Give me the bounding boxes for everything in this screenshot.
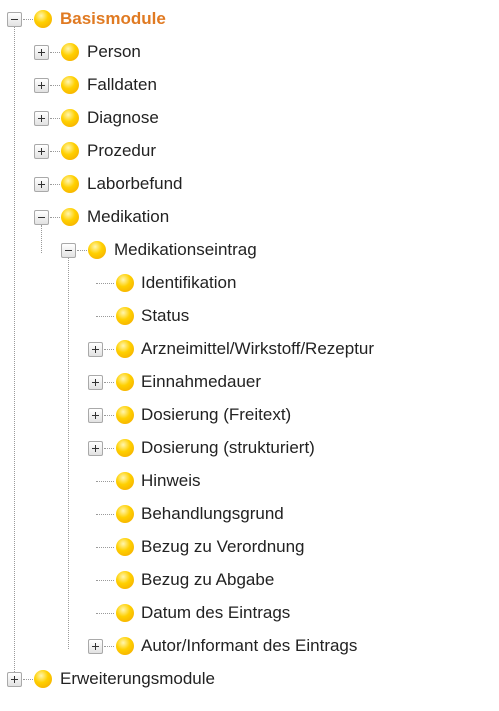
yellow-orb-icon [116, 472, 134, 490]
tree-node-label[interactable]: Datum des Eintrags [141, 602, 290, 623]
yellow-orb-icon [116, 406, 134, 424]
collapse-minus-icon[interactable] [61, 243, 76, 258]
tree-node-label[interactable]: Behandlungsgrund [141, 503, 284, 524]
yellow-orb-icon [61, 76, 79, 94]
expand-plus-icon[interactable] [88, 441, 103, 456]
expand-plus-icon[interactable] [34, 177, 49, 192]
tree-node-label[interactable]: Prozedur [87, 140, 156, 161]
tree-node-label[interactable]: Laborbefund [87, 173, 182, 194]
tree-node-label[interactable]: Identifikation [141, 272, 236, 293]
yellow-orb-icon [116, 505, 134, 523]
tree-node-label[interactable]: Erweiterungsmodule [60, 668, 215, 689]
tree-node-label[interactable]: Dosierung (strukturiert) [141, 437, 315, 458]
tree-node-label[interactable]: Diagnose [87, 107, 159, 128]
tree-view: Basismodule Person Falldaten Diagnose Pr… [0, 0, 499, 711]
yellow-orb-icon [116, 571, 134, 589]
tree-connector-level2 [68, 258, 69, 649]
expand-plus-icon[interactable] [34, 78, 49, 93]
tree-node-label[interactable]: Hinweis [141, 470, 201, 491]
expand-plus-icon[interactable] [7, 672, 22, 687]
yellow-orb-icon [116, 274, 134, 292]
expand-plus-icon[interactable] [34, 45, 49, 60]
tree-connector-level0 [14, 27, 15, 680]
expand-plus-icon[interactable] [34, 111, 49, 126]
expand-plus-icon[interactable] [34, 144, 49, 159]
expand-plus-icon[interactable] [88, 408, 103, 423]
tree-node-label[interactable]: Dosierung (Freitext) [141, 404, 291, 425]
yellow-orb-icon [61, 208, 79, 226]
yellow-orb-icon [116, 340, 134, 358]
yellow-orb-icon [116, 604, 134, 622]
yellow-orb-icon [61, 142, 79, 160]
yellow-orb-icon [116, 637, 134, 655]
tree-node-label[interactable]: Autor/Informant des Eintrags [141, 635, 357, 656]
tree-node-label[interactable]: Arzneimittel/Wirkstoff/Rezeptur [141, 338, 374, 359]
expand-plus-icon[interactable] [88, 375, 103, 390]
tree-node-label[interactable]: Bezug zu Abgabe [141, 569, 274, 590]
yellow-orb-icon [61, 43, 79, 61]
yellow-orb-icon [116, 439, 134, 457]
yellow-orb-icon [61, 109, 79, 127]
yellow-orb-icon [116, 538, 134, 556]
collapse-minus-icon[interactable] [7, 12, 22, 27]
expand-plus-icon[interactable] [88, 342, 103, 357]
tree-node-label[interactable]: Einnahmedauer [141, 371, 261, 392]
yellow-orb-icon [34, 10, 52, 28]
tree-node-label[interactable]: Medikationseintrag [114, 239, 257, 260]
tree-node-label[interactable]: Status [141, 305, 189, 326]
tree-connector-level1 [41, 225, 42, 253]
yellow-orb-icon [116, 373, 134, 391]
expand-plus-icon[interactable] [88, 639, 103, 654]
tree-node-label[interactable]: Person [87, 41, 141, 62]
tree-node-label[interactable]: Falldaten [87, 74, 157, 95]
collapse-minus-icon[interactable] [34, 210, 49, 225]
yellow-orb-icon [88, 241, 106, 259]
yellow-orb-icon [116, 307, 134, 325]
tree-node-label[interactable]: Medikation [87, 206, 169, 227]
yellow-orb-icon [61, 175, 79, 193]
tree-node-label[interactable]: Bezug zu Verordnung [141, 536, 305, 557]
yellow-orb-icon [34, 670, 52, 688]
tree-node-label[interactable]: Basismodule [60, 8, 166, 29]
